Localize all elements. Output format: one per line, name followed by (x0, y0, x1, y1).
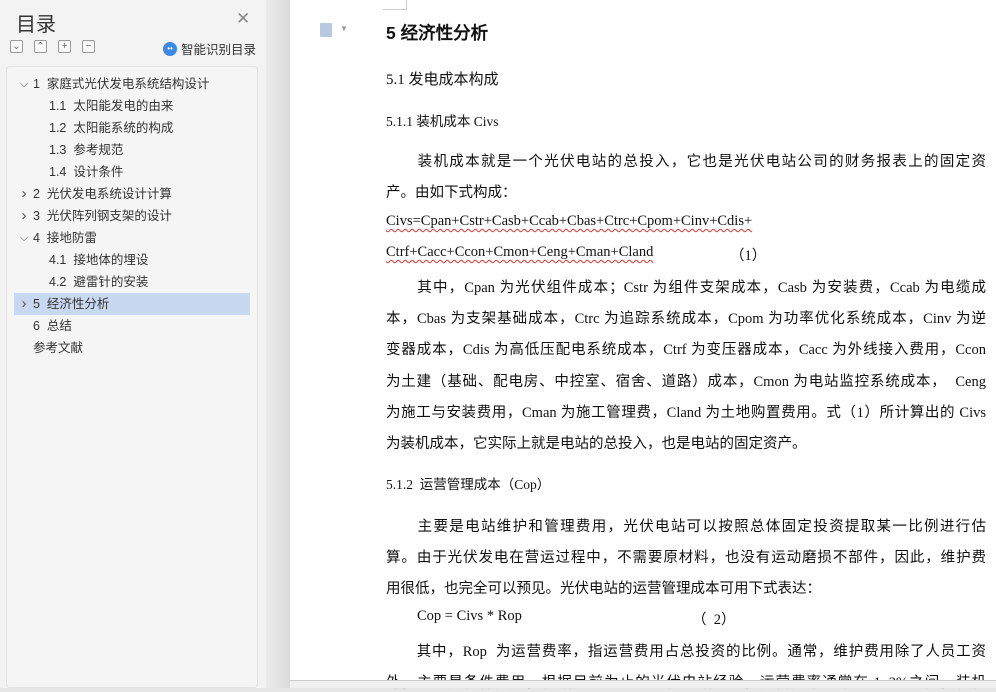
toc-item-label: 1.4 设计条件 (49, 165, 124, 179)
toc-item[interactable]: 4.1 接地体的埋设 (14, 249, 250, 271)
heading-5-1-2: 5.1.2 运营管理成本（Cop） (386, 477, 551, 492)
toc-item[interactable]: 6 总结 (14, 315, 250, 337)
paragraph-line: 其中，Rop 为运营费率，指运营费用占总投资的比例。通常，维护费用除了人员工资 (386, 644, 986, 660)
toc-item-label: 1.3 参考规范 (49, 143, 124, 157)
heading-5-1-1: 5.1.1 装机成本 Civs (386, 114, 499, 129)
chevron-right-icon[interactable]: › (17, 293, 31, 315)
heading-5: 5 经济性分析 (386, 23, 489, 43)
toc-item[interactable]: 4.2 避雷针的安装 (14, 271, 250, 293)
toc-item[interactable]: › 3 光伏阵列钢支架的设计 (14, 205, 250, 227)
toc-item-label: 参考文献 (33, 341, 84, 355)
paragraph-line: 为施工与安装费用，Cman 为施工管理费，Cland 为土地购置费用。式（1）所… (386, 404, 986, 421)
toc-item[interactable]: › 2 光伏发电系统设计计算 (14, 183, 250, 205)
smart-toc-button[interactable]: •• 智能识别目录 (163, 39, 256, 58)
toc-item-label: 1.1 太阳能发电的由来 (49, 99, 174, 113)
paragraph-line: 算。由于光伏发电在营运过程中，不需要原材料，也没有运动磨损不部件，因此，维护费 (386, 550, 986, 567)
toc-item-label: 2 光伏发电系统设计计算 (33, 187, 172, 201)
chevron-right-icon[interactable]: › (17, 205, 31, 227)
toc-item[interactable]: 1.1 太阳能发电的由来 (14, 95, 250, 117)
dropdown-arrow-icon[interactable]: ▼ (340, 24, 348, 33)
toc-item[interactable]: ⌵ 1 家庭式光伏发电系统结构设计 (14, 73, 250, 95)
close-icon[interactable]: ✕ (236, 9, 250, 29)
toc-item-label: 4.2 避雷针的安装 (49, 275, 149, 289)
expand-all-button[interactable]: ⌄ (10, 40, 23, 53)
toc-item[interactable]: ⌵ 4 接地防雷 (14, 227, 250, 249)
page-corner-mark (383, 0, 407, 10)
toc-item-label: 6 总结 (33, 319, 72, 333)
toc-item[interactable]: 1.3 参考规范 (14, 139, 250, 161)
smart-toc-label: 智能识别目录 (181, 43, 257, 57)
paragraph-line: 本，Cbas 为支架基础成本，Ctrc 为追踪系统成本，Cpom 为功率优化系统… (386, 311, 986, 328)
equation-1-number: （1） (730, 248, 767, 264)
paragraph-line: 装机成本就是一个光伏电站的总投入，它也是光伏电站公司的财务报表上的固定资 (386, 154, 986, 170)
toc-item[interactable]: 1.4 设计条件 (14, 161, 250, 183)
heading-5-1: 5.1 发电成本构成 (386, 72, 499, 88)
paragraph-line: 用很低，也完全可以预见。光伏电站的运营管理成本可用下式表达： (386, 581, 821, 598)
paragraph-line: 变器成本，Cdis 为高低压配电系统成本，Ctrf 为变压器成本，Cacc 为外… (386, 342, 986, 359)
equation-1-line: Ctrf+Cacc+Ccon+Cmon+Ceng+Cman+Cland (386, 244, 654, 260)
paragraph-line: 主要是电站维护和管理费用，光伏电站可以按照总体固定投资提取某一比例进行估 (386, 519, 986, 535)
toc-item-label: 4.1 接地体的埋设 (49, 253, 149, 267)
toc-sidebar: 目录 ✕ ⌄ ⌃ + − •• 智能识别目录 ⌵ 1 家庭式光伏发电系统结构设计 1.… (0, 0, 266, 688)
toc-item[interactable]: 1.2 太阳能系统的构成 (14, 117, 250, 139)
add-heading-button[interactable]: + (58, 40, 71, 53)
chevron-down-icon[interactable]: ⌵ (17, 73, 31, 95)
toc-item-label: 5 经济性分析 (33, 297, 110, 311)
paragraph-line: 产。由如下式构成： (386, 185, 517, 202)
chevron-right-icon[interactable]: › (17, 183, 31, 205)
paragraph-line: 为装机成本，它实际上就是电站的总投入，也是电站的固定资产。 (386, 436, 807, 452)
sidebar-scrollbar[interactable] (266, 0, 290, 688)
collapse-all-button[interactable]: ⌃ (34, 40, 47, 53)
toc-item[interactable]: 参考文献 (14, 337, 250, 359)
toc-item[interactable]: › 5 经济性分析 (14, 293, 250, 315)
document-icon[interactable] (320, 23, 332, 37)
equation-1-line: Civs=Cpan+Cstr+Casb+Ccab+Cbas+Ctrc+Cpom+… (386, 213, 753, 229)
toc-item-label: 1 家庭式光伏发电系统结构设计 (33, 77, 210, 91)
ai-icon: •• (163, 41, 177, 56)
toc-item-label: 3 光伏阵列钢支架的设计 (33, 209, 172, 223)
toc-item-label: 1.2 太阳能系统的构成 (49, 121, 174, 135)
paragraph-line: 为土建（基础、配电房、中控室、宿舍、道路）成本，Cmon 为电站监控系统成本， … (386, 373, 986, 390)
chevron-down-icon[interactable]: ⌵ (17, 227, 31, 249)
toc-tree: ⌵ 1 家庭式光伏发电系统结构设计 1.1 太阳能发电的由来 1.2 太阳能系统的构成… (6, 66, 258, 688)
remove-heading-button[interactable]: − (82, 40, 95, 53)
horizontal-scrollbar[interactable] (290, 680, 996, 688)
paragraph-line: 其中，Cpan 为光伏组件成本；Cstr 为组件支架成本，Casb 为安装费，C… (386, 280, 986, 296)
toc-item-label: 4 接地防雷 (33, 231, 97, 245)
equation-2-number: （ 2） (692, 612, 736, 628)
toc-title: 目录 (16, 14, 56, 36)
document-page: ▼ 5 经济性分析 5.1 发电成本构成 5.1.1 装机成本 Civs 装机成… (290, 0, 996, 691)
